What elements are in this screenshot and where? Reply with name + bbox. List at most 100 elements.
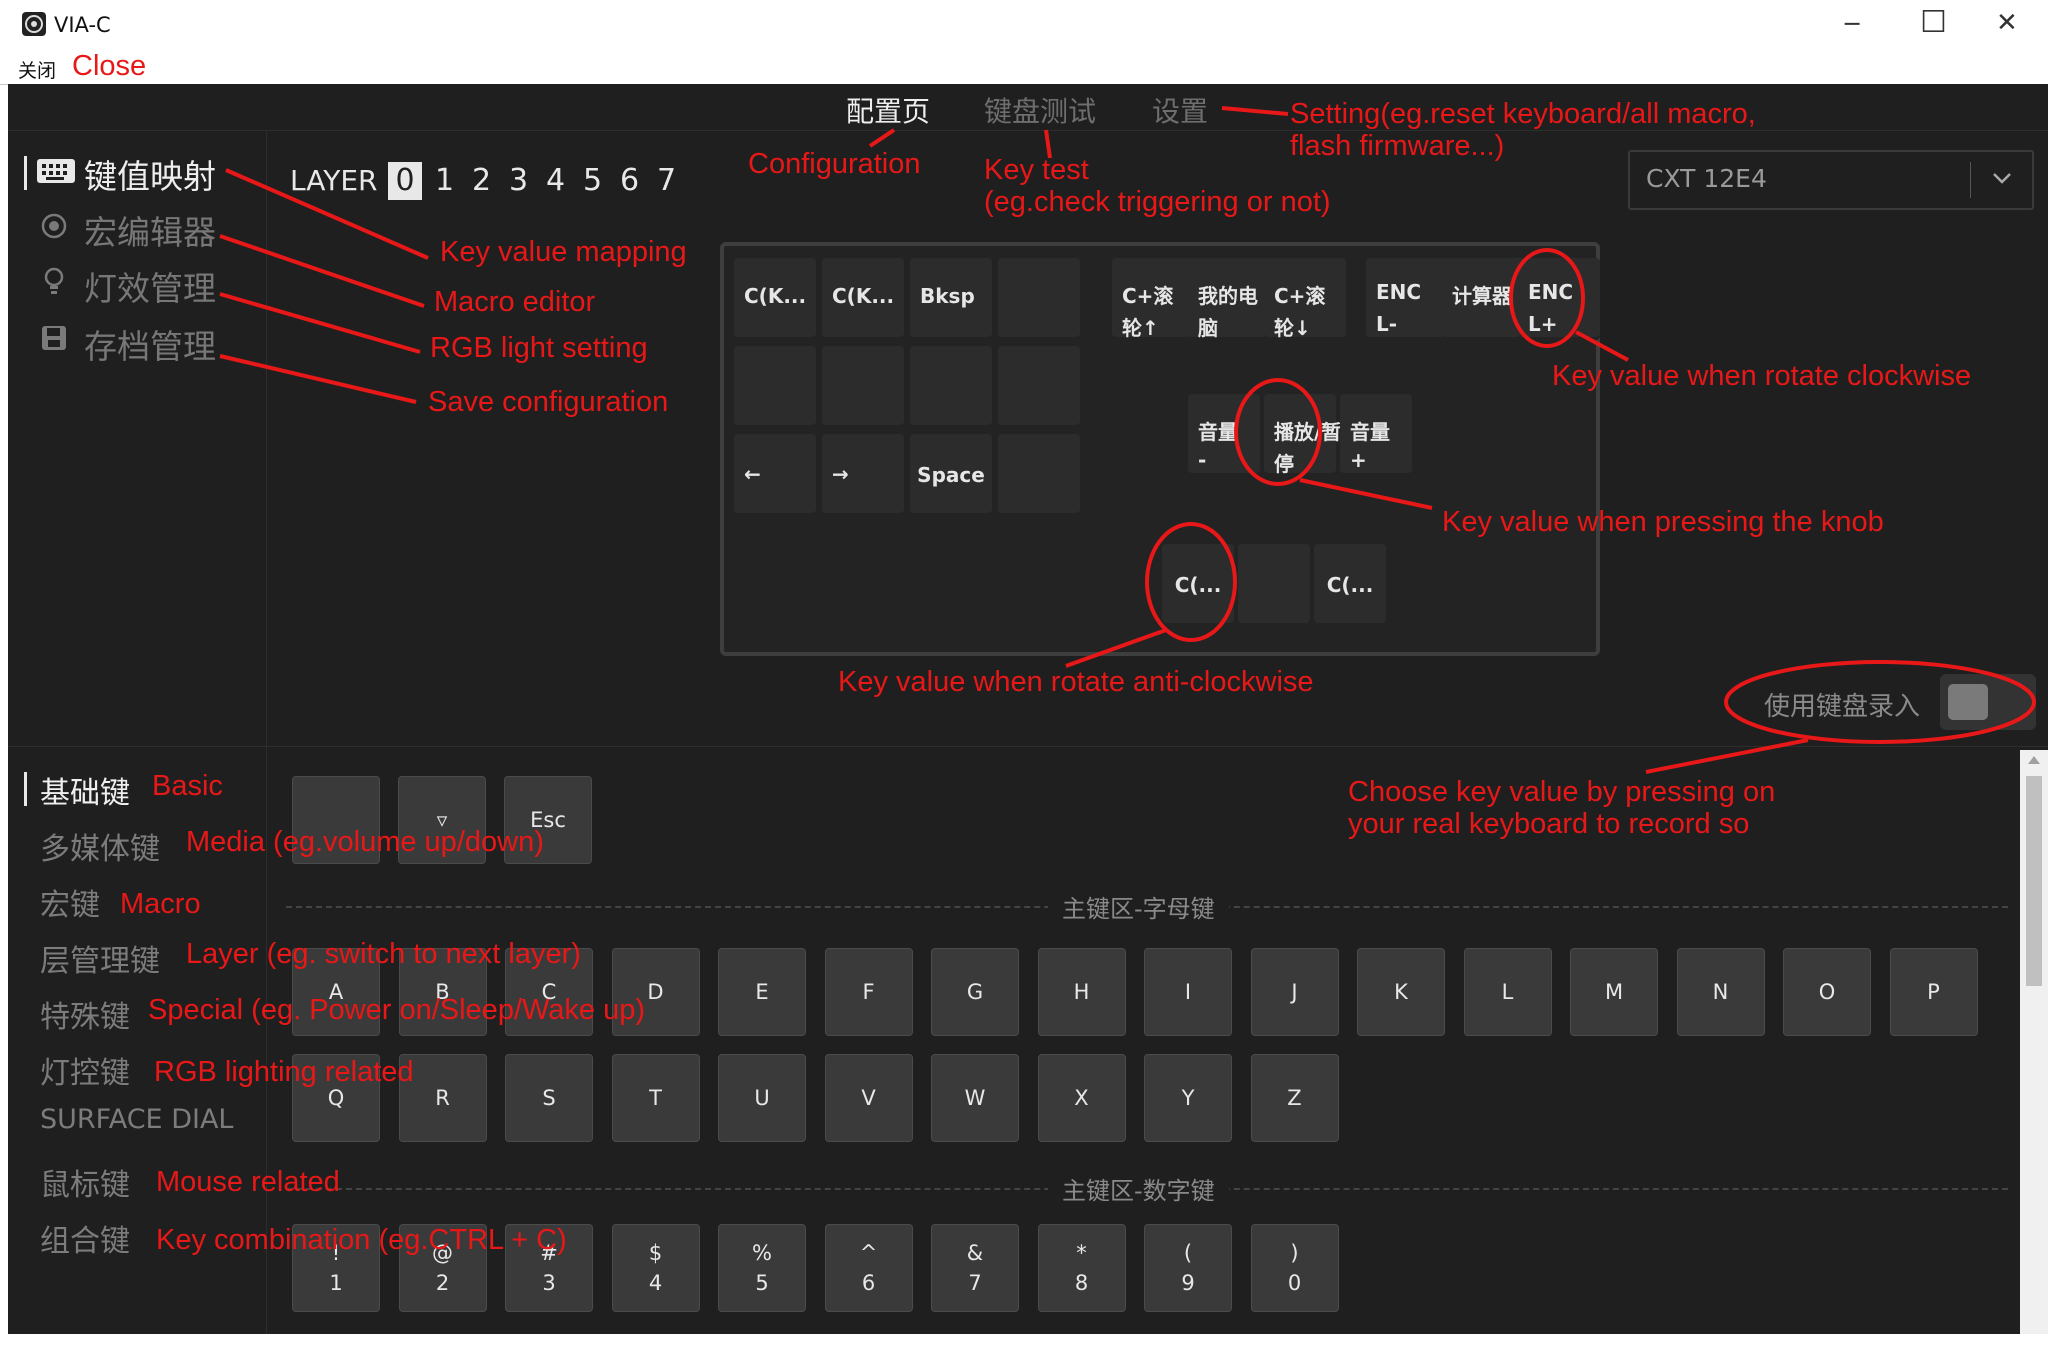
key-label: E — [755, 980, 769, 1004]
category-layer[interactable]: 层管理键 — [40, 936, 160, 980]
picker-key-z[interactable]: Z — [1250, 1054, 1339, 1142]
picker-key-e[interactable]: E — [718, 948, 806, 1036]
key-encoder-2-ccw[interactable]: ENC L- — [1366, 258, 1448, 340]
picker-key-v[interactable]: V — [824, 1054, 913, 1142]
layer-1[interactable]: 1 — [426, 162, 463, 200]
tab-settings[interactable]: 设置 — [1152, 90, 1208, 130]
category-basic[interactable]: 基础键 — [40, 768, 130, 812]
picker-key-f[interactable]: F — [824, 948, 913, 1036]
key-grid-0-3[interactable] — [998, 258, 1080, 340]
picker-key-5[interactable]: % 5 — [718, 1224, 806, 1312]
layer-4[interactable]: 4 — [537, 162, 574, 200]
picker-key-n[interactable]: N — [1676, 948, 1765, 1036]
key-encoder-2-cw[interactable]: ENC L+ — [1518, 258, 1600, 340]
title-bar: VIA-C ─ ☐ ✕ 关闭 — [0, 0, 2048, 85]
key-encoder-2-press[interactable]: 计算器 — [1442, 258, 1524, 340]
key-grid-1-3[interactable] — [998, 346, 1080, 428]
base-label: 4 — [648, 1271, 663, 1295]
annotation-setting-2: flash firmware...) — [1290, 130, 1505, 162]
annotation-basic: Basic — [152, 770, 223, 802]
picker-key-6[interactable]: ^ 6 — [824, 1224, 913, 1312]
base-label: 5 — [755, 1271, 769, 1295]
layer-5[interactable]: 5 — [574, 162, 611, 200]
annotation-configuration: Configuration — [748, 148, 921, 180]
picker-key-7[interactable]: & 7 — [931, 1224, 1019, 1312]
key-encoder-1-cw-scroll-up[interactable]: C+滚 轮↑ — [1112, 258, 1194, 340]
picker-key-0[interactable]: ) 0 — [1250, 1224, 1339, 1312]
sidebar-item-macro-editor[interactable]: 宏编辑器 — [84, 206, 216, 254]
annotation-macro-editor: Macro editor — [434, 286, 596, 318]
scrollbar[interactable] — [2020, 750, 2048, 1334]
key-label: F — [862, 980, 875, 1004]
key-knob-ccw[interactable]: C(... — [1162, 544, 1234, 626]
key-grid-0-2[interactable]: Bksp — [910, 258, 992, 340]
key-volume-down[interactable]: 音量 - — [1188, 394, 1260, 476]
key-encoder-1-scroll-down[interactable]: C+滚 轮↓ — [1264, 258, 1346, 340]
menu-close[interactable]: 关闭 — [18, 56, 56, 83]
sidebar-item-lighting[interactable]: 灯效管理 — [84, 262, 216, 310]
picker-key-p[interactable]: P — [1889, 948, 1978, 1036]
picker-key-u[interactable]: U — [718, 1054, 806, 1142]
close-icon[interactable]: ✕ — [1996, 10, 2018, 36]
base-label: 7 — [968, 1271, 982, 1295]
key-grid-0-0[interactable]: C(K... — [734, 258, 816, 340]
picker-key-l[interactable]: L — [1463, 948, 1552, 1036]
sidebar-item-key-mapping[interactable]: 键值映射 — [84, 150, 216, 198]
picker-key-g[interactable]: G — [931, 948, 1019, 1036]
layer-6[interactable]: 6 — [611, 162, 648, 200]
annotation-key-value-mapping: Key value mapping — [440, 236, 687, 268]
scroll-up-icon[interactable] — [2028, 756, 2040, 764]
tab-key-test[interactable]: 键盘测试 — [984, 90, 1096, 130]
picker-key-8[interactable]: * 8 — [1037, 1224, 1126, 1312]
maximize-icon[interactable]: ☐ — [1920, 8, 1947, 38]
picker-key-s[interactable]: S — [505, 1054, 593, 1142]
picker-key-4[interactable]: $4 — [611, 1224, 700, 1312]
picker-key-9[interactable]: (9 — [1144, 1224, 1232, 1312]
layer-7[interactable]: 7 — [648, 162, 685, 200]
picker-key-w[interactable]: W — [931, 1054, 1019, 1142]
key-grid-2-0[interactable]: ← — [734, 434, 816, 516]
picker-key-h[interactable]: H — [1037, 948, 1126, 1036]
picker-key-i[interactable]: I — [1144, 948, 1232, 1036]
category-macro[interactable]: 宏键 — [40, 880, 100, 924]
key-play-pause[interactable]: 播放/暂停 — [1264, 394, 1341, 476]
key-grid-1-1[interactable] — [822, 346, 904, 428]
picker-key-k[interactable]: K — [1357, 948, 1445, 1036]
picker-key-j[interactable]: J — [1250, 948, 1339, 1036]
key-volume-up[interactable]: 音量 + — [1340, 394, 1412, 476]
category-mouse[interactable]: 鼠标键 — [40, 1160, 130, 1204]
picker-key-x[interactable]: X — [1037, 1054, 1126, 1142]
layer-0[interactable]: 0 — [388, 162, 422, 200]
key-encoder-1-press[interactable]: 我的电脑 — [1188, 258, 1270, 340]
picker-key-y[interactable]: Y — [1144, 1054, 1232, 1142]
key-grid-2-2[interactable]: Space — [910, 434, 992, 516]
sidebar-item-save[interactable]: 存档管理 — [84, 320, 216, 368]
category-lighting[interactable]: 灯控键 — [40, 1048, 130, 1092]
key-label: Q — [327, 1086, 345, 1110]
key-grid-2-1[interactable]: → — [822, 434, 904, 516]
key-grid-1-0[interactable] — [734, 346, 816, 428]
picker-key-t[interactable]: T — [611, 1054, 700, 1142]
device-select[interactable]: CXT 12E4 — [1628, 150, 2034, 210]
key-grid-2-3[interactable] — [998, 434, 1080, 516]
tab-configuration[interactable]: 配置页 — [846, 90, 930, 130]
scrollbar-thumb[interactable] — [2026, 776, 2042, 986]
key-grid-0-1[interactable]: C(K... — [822, 258, 904, 340]
section-title-numbers: 主键区-数字键 — [1048, 1171, 1229, 1206]
annotation-layer: Layer (eg. switch to next layer) — [186, 938, 581, 970]
picker-key-o[interactable]: O — [1783, 948, 1871, 1036]
record-toggle[interactable] — [1940, 674, 2036, 730]
minimize-icon[interactable]: ─ — [1845, 12, 1859, 36]
picker-key-m[interactable]: M — [1570, 948, 1658, 1036]
layer-3[interactable]: 3 — [500, 162, 537, 200]
category-special[interactable]: 特殊键 — [40, 992, 130, 1036]
layer-2[interactable]: 2 — [463, 162, 500, 200]
key-grid-1-2[interactable] — [910, 346, 992, 428]
category-surface-dial[interactable]: SURFACE DIAL — [40, 1104, 233, 1135]
category-combination[interactable]: 组合键 — [40, 1216, 130, 1260]
category-media[interactable]: 多媒体键 — [40, 824, 160, 868]
base-label: 3 — [542, 1271, 556, 1295]
annotation-rgb-light-setting: RGB light setting — [430, 332, 648, 364]
key-knob-press[interactable] — [1238, 544, 1310, 626]
key-knob-cw[interactable]: C(... — [1314, 544, 1386, 626]
